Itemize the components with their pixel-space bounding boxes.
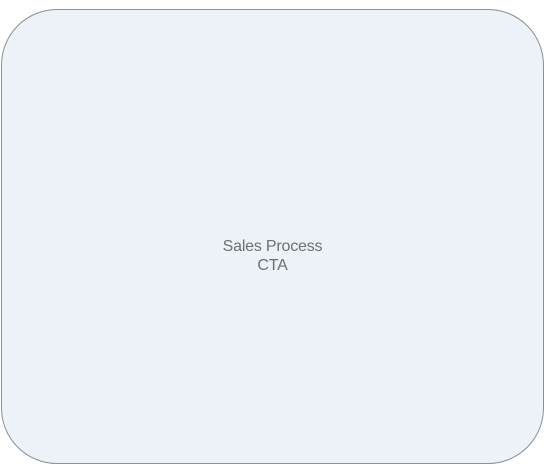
placeholder-label: Sales Process CTA [223,237,323,275]
placeholder-label-line-2: CTA [257,256,288,274]
sales-process-cta-placeholder[interactable]: Sales Process CTA [1,9,544,464]
placeholder-label-line-1: Sales Process [222,237,323,255]
canvas: Sales Process CTA [0,0,547,468]
